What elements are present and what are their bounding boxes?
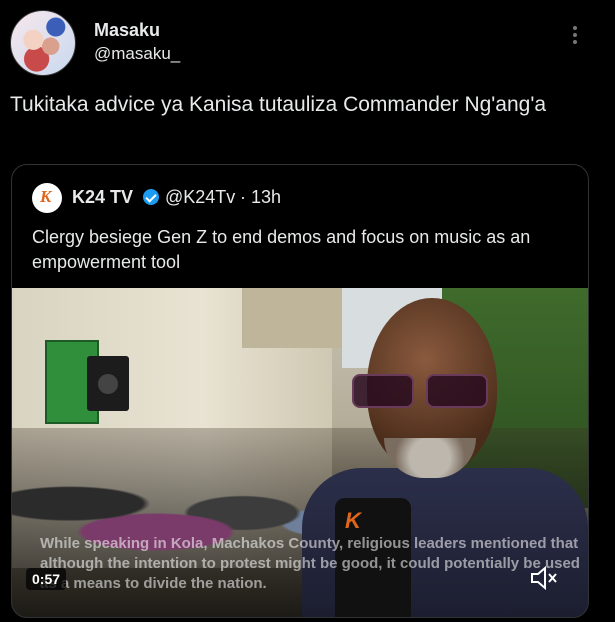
- author-avatar[interactable]: [10, 10, 76, 76]
- author-display-name[interactable]: Masaku: [94, 20, 160, 41]
- post: Masaku @masaku_ Tukitaka advice ya Kanis…: [0, 0, 615, 622]
- speaker-muted-icon[interactable]: [528, 564, 560, 592]
- video-caption: While speaking in Kola, Machakos County,…: [40, 535, 580, 592]
- post-text: Tukitaka advice ya Kanisa tutauliza Comm…: [10, 93, 547, 116]
- quoted-author-handle[interactable]: @K24Tv: [165, 187, 235, 208]
- quoted-post[interactable]: K K24 TV @K24Tv · 13h Clergy besiege Gen…: [11, 164, 589, 618]
- quoted-author-name[interactable]: K24 TV: [72, 187, 133, 208]
- quoted-post-text: Clergy besiege Gen Z to end demos and fo…: [32, 227, 531, 272]
- author-handle[interactable]: @masaku_: [94, 44, 180, 64]
- loudspeaker-image: [87, 356, 129, 411]
- verified-badge-icon: [143, 189, 159, 205]
- quoted-post-time[interactable]: · 13h: [240, 187, 281, 208]
- video-player[interactable]: K While speaking in Kola, Machakos Count…: [12, 288, 588, 617]
- quoted-author-avatar[interactable]: K: [32, 183, 62, 213]
- more-vertical-icon[interactable]: [566, 26, 584, 48]
- video-duration: 0:57: [26, 568, 67, 590]
